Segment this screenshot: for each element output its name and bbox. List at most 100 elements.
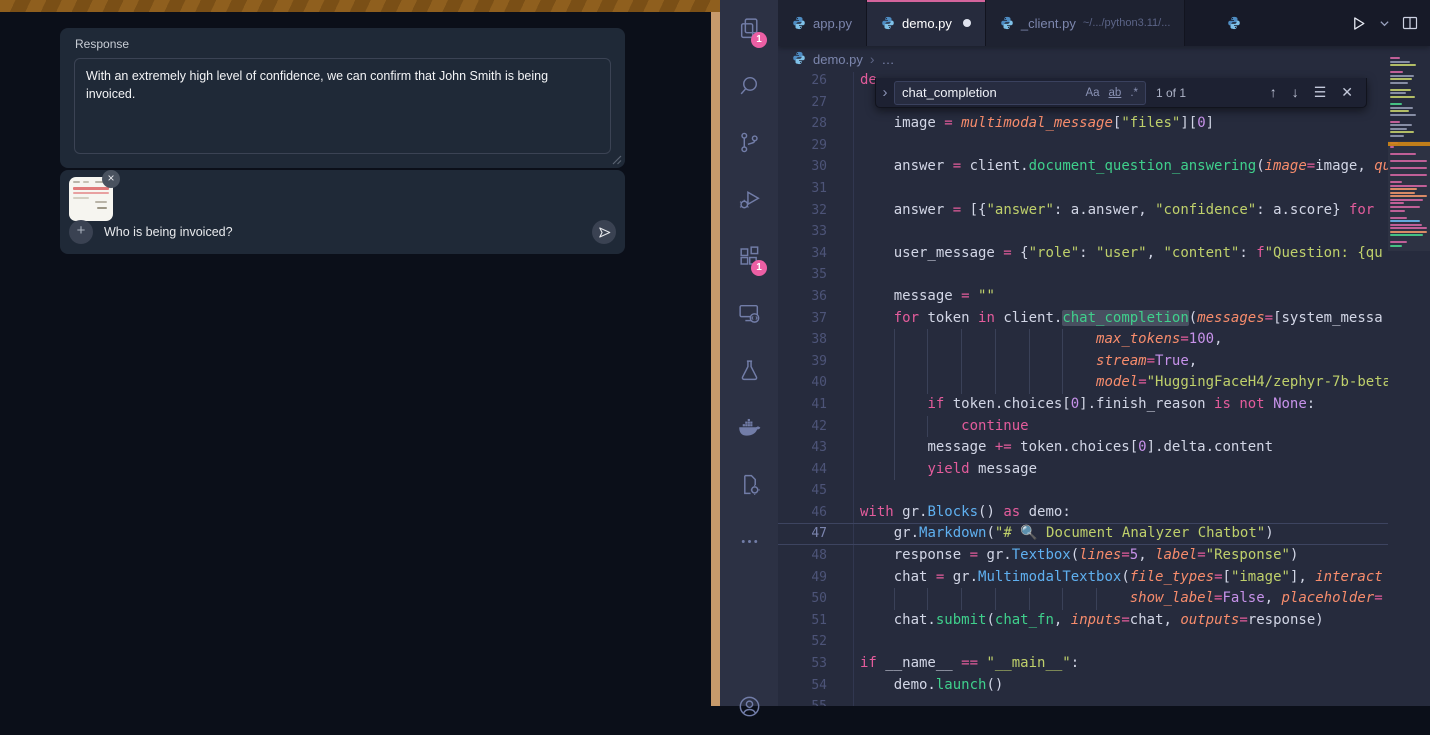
plus-icon: + <box>77 222 86 239</box>
tab-overflow-python-icon <box>1227 0 1241 46</box>
remote-explorer-icon <box>737 301 762 326</box>
run-python-file-button[interactable] <box>1350 15 1367 32</box>
activity-bar-item-more[interactable] <box>720 513 778 570</box>
response-label: Response <box>75 37 129 51</box>
code-line-53[interactable]: 53if __name__ == "__main__": <box>778 653 1388 675</box>
run-dropdown-chevron-icon[interactable] <box>1379 18 1390 29</box>
code-line-41[interactable]: 41 if token.choices[0].finish_reason is … <box>778 394 1388 416</box>
line-number: 45 <box>778 480 827 502</box>
find-in-selection-icon[interactable]: ☰ <box>1314 84 1327 101</box>
activity-bar-item-search[interactable] <box>720 57 778 114</box>
desktop-wallpaper-strip <box>0 0 720 12</box>
regex-icon[interactable]: .* <box>1130 87 1138 99</box>
activity-bar-item-extensions[interactable]: 1 <box>720 228 778 285</box>
code-line-55[interactable]: 55 <box>778 696 1388 706</box>
code-line-50[interactable]: 50 show_label=False, placeholder= <box>778 588 1388 610</box>
activity-bar: 11 <box>720 0 778 706</box>
code-line-33[interactable]: 33 <box>778 221 1388 243</box>
activity-bar-item-explorer[interactable]: 1 <box>720 0 778 57</box>
multimodal-input-panel: × + Who is being invoiced? <box>60 170 625 254</box>
line-number: 49 <box>778 567 827 589</box>
code-line-40[interactable]: 40 model="HuggingFaceH4/zephyr-7b-beta <box>778 372 1388 394</box>
code-lines: 26de2728 image = multimodal_message["fil… <box>778 72 1388 706</box>
code-line-32[interactable]: 32 answer = [{"answer": a.answer, "confi… <box>778 200 1388 222</box>
find-close-icon[interactable]: ✕ <box>1341 84 1353 101</box>
code-line-39[interactable]: 39 stream=True, <box>778 351 1388 373</box>
code-line-31[interactable]: 31 <box>778 178 1388 200</box>
attachment-close-icon[interactable]: × <box>102 170 120 188</box>
code-line-30[interactable]: 30 answer = client.document_question_ans… <box>778 156 1388 178</box>
tab-_client.py[interactable]: _client.py~/.../python3.11/... <box>986 0 1185 46</box>
chat-message-input[interactable]: Who is being invoiced? <box>104 225 233 239</box>
more-icon <box>737 529 762 554</box>
response-textarea[interactable]: With an extremely high level of confiden… <box>74 58 611 154</box>
line-number: 29 <box>778 135 827 157</box>
minimap-search-match-highlight <box>1388 142 1430 146</box>
code-line-36[interactable]: 36 message = "" <box>778 286 1388 308</box>
code-line-47[interactable]: 47 gr.Markdown("# 🔍 Document Analyzer Ch… <box>778 523 1388 545</box>
testing-icon <box>737 358 762 383</box>
code-line-28[interactable]: 28 image = multimodal_message["files"][0… <box>778 113 1388 135</box>
code-line-46[interactable]: 46with gr.Blocks() as demo: <box>778 502 1388 524</box>
breadcrumb[interactable]: demo.py › … <box>778 46 1388 72</box>
code-line-48[interactable]: 48 response = gr.Textbox(lines=5, label=… <box>778 545 1388 567</box>
modified-dot-icon[interactable] <box>963 19 971 27</box>
add-attachment-button[interactable]: + <box>69 220 93 244</box>
activity-bar-item-account[interactable] <box>720 678 778 735</box>
thumb-line <box>95 201 107 203</box>
vscode-window: 11 app.pydemo.py_client.py~/.../python3.… <box>720 0 1430 706</box>
line-number: 37 <box>778 308 827 330</box>
line-number: 44 <box>778 459 827 481</box>
line-number: 54 <box>778 675 827 697</box>
find-next-icon[interactable]: ↓ <box>1292 84 1299 101</box>
code-line-34[interactable]: 34 user_message = {"role": "user", "cont… <box>778 243 1388 265</box>
line-number: 36 <box>778 286 827 308</box>
code-line-29[interactable]: 29 <box>778 135 1388 157</box>
find-replace-toggle-icon[interactable]: › <box>876 84 894 101</box>
code-line-51[interactable]: 51 chat.submit(chat_fn, inputs=chat, out… <box>778 610 1388 632</box>
line-number: 27 <box>778 92 827 114</box>
tab-bar-tabs: app.py demo.py _client.py~/.../python3.11/… <box>778 0 1185 46</box>
line-number: 50 <box>778 588 827 610</box>
minimap[interactable] <box>1388 46 1430 706</box>
find-previous-icon[interactable]: ↑ <box>1270 84 1277 101</box>
find-input[interactable]: chat_completion Aa ab .* <box>894 81 1146 105</box>
extensions-badge: 1 <box>751 260 767 276</box>
python-icon <box>792 51 806 68</box>
resize-handle-icon[interactable] <box>611 154 622 165</box>
send-button[interactable] <box>592 220 616 244</box>
code-line-54[interactable]: 54 demo.launch() <box>778 675 1388 697</box>
code-line-43[interactable]: 43 message += token.choices[0].delta.con… <box>778 437 1388 459</box>
whole-word-icon[interactable]: ab <box>1109 87 1122 99</box>
code-line-49[interactable]: 49 chat = gr.MultimodalTextbox(file_type… <box>778 567 1388 589</box>
invoice-attachment-thumbnail[interactable]: × <box>69 177 113 221</box>
run-debug-icon <box>737 187 762 212</box>
code-line-38[interactable]: 38 max_tokens=100, <box>778 329 1388 351</box>
activity-bar-item-source-control[interactable] <box>720 114 778 171</box>
activity-bar-item-code-runner[interactable] <box>720 456 778 513</box>
line-number: 39 <box>778 351 827 373</box>
tab-label: _client.py <box>1021 16 1076 31</box>
split-editor-button[interactable] <box>1402 15 1418 31</box>
activity-bar-item-testing[interactable] <box>720 342 778 399</box>
activity-bar-item-docker[interactable] <box>720 399 778 456</box>
code-line-42[interactable]: 42 continue <box>778 416 1388 438</box>
line-number: 32 <box>778 200 827 222</box>
code-editor[interactable]: 26de2728 image = multimodal_message["fil… <box>778 72 1388 706</box>
code-line-52[interactable]: 52 <box>778 631 1388 653</box>
code-line-45[interactable]: 45 <box>778 480 1388 502</box>
activity-bar-item-run-debug[interactable] <box>720 171 778 228</box>
tab-app.py[interactable]: app.py <box>778 0 867 46</box>
find-query-text[interactable]: chat_completion <box>902 85 1076 100</box>
breadcrumb-more[interactable]: … <box>882 52 895 67</box>
match-case-icon[interactable]: Aa <box>1085 87 1099 99</box>
line-number: 38 <box>778 329 827 351</box>
tab-label: demo.py <box>902 16 952 31</box>
breadcrumb-file[interactable]: demo.py <box>813 52 863 67</box>
code-line-44[interactable]: 44 yield message <box>778 459 1388 481</box>
line-number: 53 <box>778 653 827 675</box>
activity-bar-item-remote-explorer[interactable] <box>720 285 778 342</box>
code-line-37[interactable]: 37 for token in client.chat_completion(m… <box>778 308 1388 330</box>
code-line-35[interactable]: 35 <box>778 264 1388 286</box>
tab-demo.py[interactable]: demo.py <box>867 0 986 46</box>
